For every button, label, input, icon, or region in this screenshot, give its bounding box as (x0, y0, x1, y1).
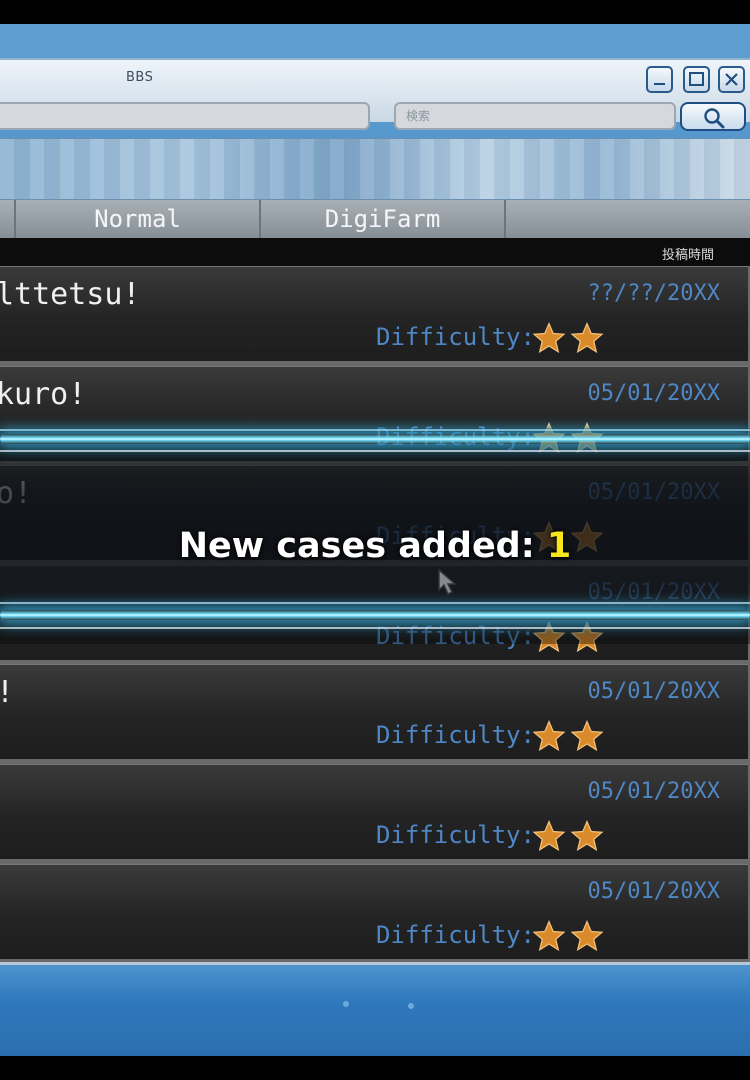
close-button[interactable] (718, 66, 745, 93)
tab-offscreen-right[interactable] (506, 200, 750, 238)
difficulty-label: Difficulty: (376, 821, 535, 849)
star-icon (532, 321, 566, 354)
window-footer (0, 962, 750, 1056)
star-icon (532, 919, 566, 951)
footer-dot (408, 1003, 414, 1009)
post-date: 05/01/20XX (587, 878, 720, 904)
notification-beam-bottom (0, 610, 750, 620)
tab-digifarm[interactable]: DigiFarm (261, 200, 506, 238)
star-icon (532, 720, 566, 752)
search-icon (704, 108, 725, 129)
minimize-button[interactable] (646, 66, 673, 93)
post-title: kuro! (0, 376, 87, 412)
footer-dot (343, 1001, 349, 1007)
search-input[interactable]: 検索 (394, 102, 676, 130)
game-screen: BBS 検索 Normal DigiFarm 投稿時間 lttetsu! ??/?… (0, 24, 750, 1056)
window-title: BBS (126, 70, 154, 85)
difficulty-label: Difficulty: (376, 920, 535, 949)
post-title: lttetsu! (0, 277, 141, 312)
address-bar[interactable] (0, 102, 370, 130)
difficulty-stars (532, 819, 604, 852)
post-date: ??/??/20XX (587, 281, 720, 306)
notification-beam-top (0, 434, 750, 444)
post-row[interactable]: lttetsu! ??/??/20XX Difficulty: (0, 266, 748, 361)
star-icon (570, 919, 604, 951)
post-row[interactable]: 05/01/20XX Difficulty: (0, 863, 748, 959)
search-button[interactable] (680, 102, 746, 131)
difficulty-label: Difficulty: (376, 721, 535, 750)
post-time-header: 投稿時間 (661, 248, 714, 263)
list-header: 投稿時間 (0, 238, 750, 266)
post-date: 05/01/20XX (587, 679, 720, 705)
minimize-icon (654, 83, 665, 85)
beam-edge-top (0, 429, 750, 431)
header-banner-image (0, 138, 750, 200)
difficulty-stars (532, 720, 604, 752)
beam-edge-bottom-upper (0, 602, 750, 604)
star-icon (532, 819, 566, 852)
post-date: 05/01/20XX (587, 380, 720, 406)
maximize-button[interactable] (683, 66, 710, 93)
tab-normal[interactable]: Normal (16, 200, 261, 238)
post-date: 05/01/20XX (587, 779, 720, 804)
beam-edge-bottom (0, 627, 750, 629)
category-tabs: Normal DigiFarm (0, 200, 750, 238)
notice-label: New cases added: (178, 526, 535, 566)
maximize-icon (689, 72, 704, 86)
post-row[interactable]: 05/01/20XX Difficulty: (0, 764, 748, 859)
star-icon (570, 720, 604, 752)
star-icon (570, 321, 604, 354)
difficulty-stars (532, 321, 604, 354)
new-cases-notice: New cases added: 1 (0, 526, 750, 566)
post-row[interactable]: ! 05/01/20XX Difficulty: (0, 664, 748, 760)
tab-offscreen-left[interactable] (0, 200, 16, 238)
difficulty-label: Difficulty: (376, 323, 535, 351)
close-icon (725, 73, 738, 86)
star-icon (570, 819, 604, 852)
notice-count: 1 (546, 526, 572, 566)
mouse-cursor-icon (438, 568, 457, 596)
post-title: ! (0, 675, 14, 710)
beam-edge-top-lower (0, 450, 750, 452)
difficulty-stars (532, 919, 604, 951)
